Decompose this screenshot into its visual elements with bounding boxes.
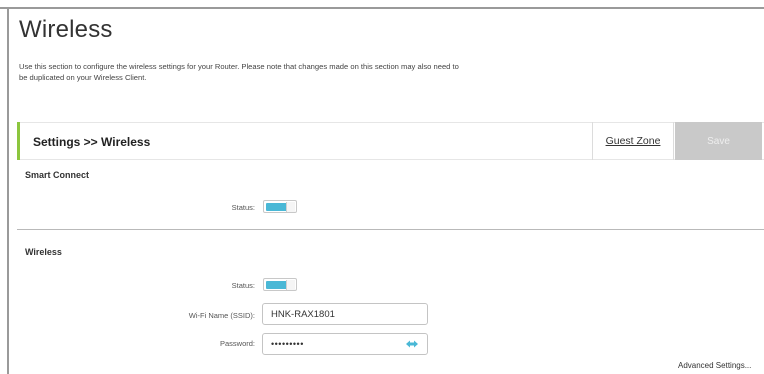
smart-connect-status-label: Status: <box>231 203 255 212</box>
advanced-settings-link[interactable]: Advanced Settings... <box>678 361 751 370</box>
toggle-knob <box>286 202 295 212</box>
guest-zone-link[interactable]: Guest Zone <box>592 122 674 160</box>
frame-top-border <box>0 7 764 9</box>
wireless-section-title: Wireless <box>25 247 62 257</box>
toggle-knob <box>286 280 295 290</box>
ssid-label: Wi-Fi Name (SSID): <box>188 311 255 320</box>
password-value: ••••••••• <box>271 339 304 349</box>
section-divider <box>17 229 764 230</box>
smart-connect-status-toggle[interactable] <box>263 200 297 213</box>
wireless-status-label: Status: <box>231 281 255 290</box>
ssid-value: HNK-RAX1801 <box>271 308 335 320</box>
settings-accent-bar <box>17 122 20 160</box>
smart-connect-section-title: Smart Connect <box>25 170 90 180</box>
save-button[interactable]: Save <box>675 122 762 160</box>
frame-left-border <box>7 7 9 374</box>
breadcrumb: Settings >> Wireless <box>33 135 151 149</box>
wireless-status-toggle[interactable] <box>263 278 297 291</box>
page-title: Wireless <box>19 16 113 43</box>
toggle-track <box>266 203 287 211</box>
app-frame: Wireless Use this section to configure t… <box>0 0 764 374</box>
ssid-input[interactable]: HNK-RAX1801 <box>262 303 428 325</box>
eye-icon[interactable] <box>405 339 419 349</box>
page-description: Use this section to configure the wirele… <box>19 62 459 82</box>
password-label: Password: <box>219 339 255 348</box>
toggle-track <box>266 281 287 289</box>
password-input[interactable]: ••••••••• <box>262 333 428 355</box>
